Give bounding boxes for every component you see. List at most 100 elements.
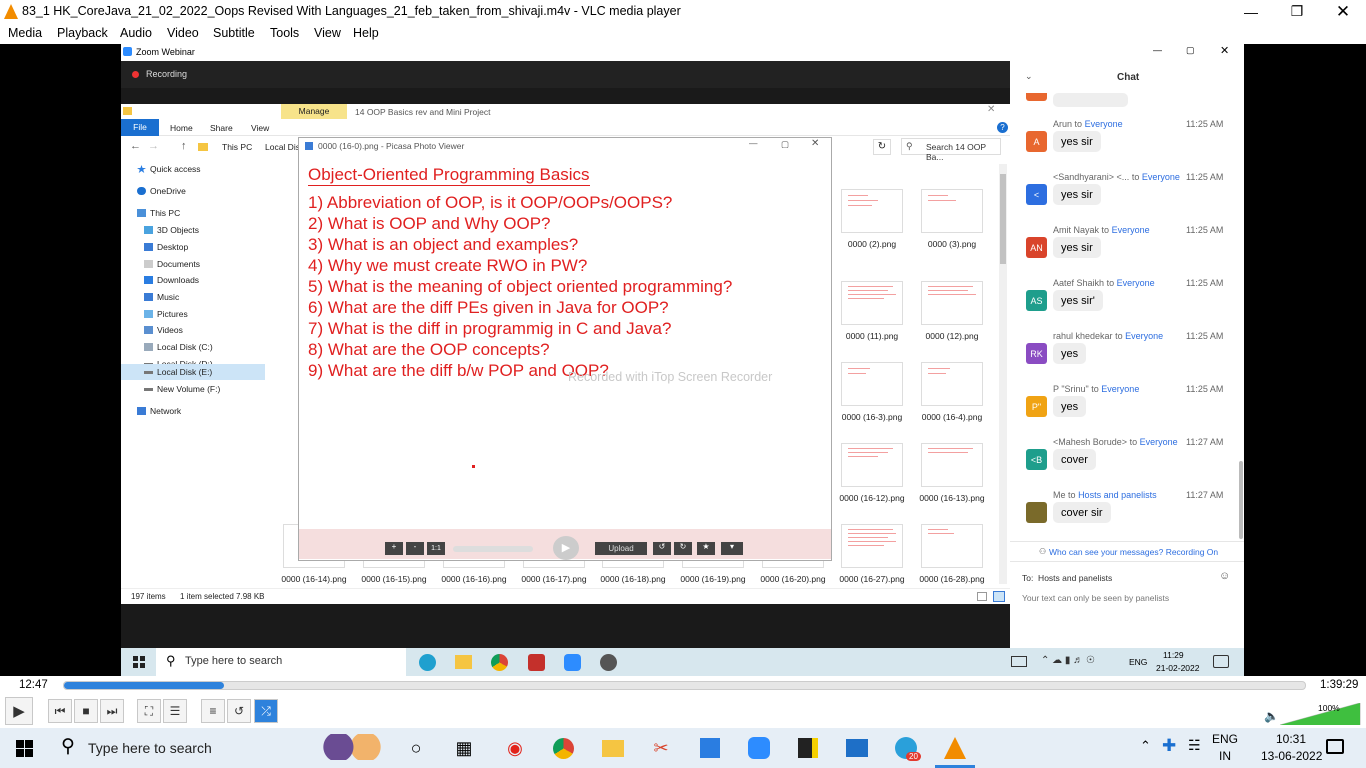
zoom-close-icon[interactable]: ✕	[1220, 44, 1229, 57]
picasa-minimize-icon[interactable]: —	[749, 138, 758, 148]
refresh-icon[interactable]: ↻	[873, 139, 891, 155]
file-label[interactable]: 0000 (3).png	[912, 239, 992, 249]
explorer-search-input[interactable]: ⚲ Search 14 OOP Ba...	[901, 138, 1001, 162]
previous-button[interactable]: ⏮	[48, 699, 72, 723]
photos-icon[interactable]	[844, 736, 870, 760]
zoom-app-icon[interactable]	[746, 736, 772, 760]
store-icon[interactable]	[697, 736, 723, 760]
wifi-icon[interactable]: ☵	[1188, 737, 1201, 754]
chat-scrollbar[interactable]	[1239, 461, 1243, 539]
extended-settings-button[interactable]: ☰	[163, 699, 187, 723]
minimize-button[interactable]: —	[1228, 0, 1274, 23]
explorer-close-icon[interactable]: ✕	[987, 104, 995, 115]
file-thumbnail[interactable]	[921, 524, 983, 568]
nav-quick-access[interactable]: Quick access	[137, 161, 201, 177]
zoom-slider[interactable]	[453, 546, 533, 552]
address-this-pc[interactable]: This PC	[222, 142, 252, 152]
nav-new-volume-f[interactable]: New Volume (F:)	[144, 381, 220, 397]
file-label[interactable]: 0000 (16-14).png	[274, 574, 354, 584]
nav-downloads[interactable]: Downloads	[144, 272, 199, 288]
close-button[interactable]: ✕	[1320, 0, 1366, 23]
back-arrow-icon[interactable]: ←	[130, 140, 141, 152]
windows-start-icon[interactable]	[16, 740, 33, 757]
record-app-icon[interactable]: ◉	[502, 736, 528, 760]
speaker-icon[interactable]: 🔈	[1264, 709, 1279, 723]
file-label[interactable]: 0000 (16-18).png	[593, 574, 673, 584]
help-icon[interactable]: ?	[997, 122, 1008, 133]
menu-subtitle[interactable]: Subtitle	[213, 26, 255, 40]
file-explorer-icon[interactable]	[600, 736, 626, 760]
file-label[interactable]: 0000 (16-17).png	[514, 574, 594, 584]
ribbon-tab-share[interactable]: Share	[210, 123, 233, 133]
menu-tools[interactable]: Tools	[270, 26, 299, 40]
menu-view[interactable]: View	[314, 26, 341, 40]
ribbon-tab-file[interactable]: File	[121, 119, 159, 136]
scrollbar-thumb[interactable]	[1000, 174, 1006, 264]
file-thumbnail[interactable]	[921, 362, 983, 406]
zoom-in-button[interactable]: +	[385, 542, 403, 555]
shuffle-button[interactable]: ⤮	[254, 699, 278, 723]
file-label[interactable]: 0000 (16-28).png	[912, 574, 992, 584]
nav-network[interactable]: Network	[137, 403, 181, 419]
nav-onedrive[interactable]: OneDrive	[137, 183, 186, 199]
forward-arrow-icon[interactable]: →	[148, 140, 159, 152]
playlist-button[interactable]: ≡	[201, 699, 225, 723]
picasa-close-icon[interactable]: ✕	[811, 138, 819, 149]
nav-3d-objects[interactable]: 3D Objects	[144, 222, 199, 238]
file-label[interactable]: 0000 (16-12).png	[832, 493, 912, 503]
file-label[interactable]: 0000 (16-20).png	[753, 574, 833, 584]
nav-local-disk-e[interactable]: Local Disk (E:)	[144, 364, 212, 380]
snipping-tool-icon[interactable]: ✂	[648, 736, 674, 760]
nav-videos[interactable]: Videos	[144, 322, 183, 338]
rotate-right-icon[interactable]: ↻	[674, 542, 692, 555]
file-thumbnail[interactable]	[841, 443, 903, 487]
file-thumbnail[interactable]	[921, 443, 983, 487]
file-thumbnail[interactable]	[841, 362, 903, 406]
chat-input[interactable]: Your text can only be seen by panelists	[1022, 593, 1169, 603]
notification-center-icon[interactable]	[1326, 739, 1344, 754]
menu-playback[interactable]: Playback	[57, 26, 108, 40]
vlc-taskbar-icon[interactable]	[942, 736, 968, 760]
file-label[interactable]: 0000 (11).png	[832, 331, 912, 341]
details-view-icon[interactable]	[977, 592, 987, 601]
star-button-icon[interactable]: ★	[697, 542, 715, 555]
show-hidden-icons-chevron[interactable]: ⌃	[1140, 738, 1151, 754]
file-thumbnail[interactable]	[921, 189, 983, 233]
more-options-icon[interactable]: ▾	[721, 542, 743, 555]
collapse-chevron-icon[interactable]: ⌄	[1025, 71, 1033, 82]
file-label[interactable]: 0000 (16-19).png	[673, 574, 753, 584]
zoom-out-button[interactable]: -	[406, 542, 424, 555]
ribbon-tab-home[interactable]: Home	[170, 123, 193, 133]
ribbon-tab-view[interactable]: View	[251, 123, 269, 133]
chrome-icon[interactable]	[550, 736, 576, 760]
menu-audio[interactable]: Audio	[120, 26, 152, 40]
menu-help[interactable]: Help	[353, 26, 379, 40]
visibility-note[interactable]: Who can see your messages? Recording On	[1049, 547, 1218, 557]
manage-tab[interactable]: Manage	[281, 104, 347, 119]
menu-video[interactable]: Video	[167, 26, 199, 40]
nav-documents[interactable]: Documents	[144, 256, 200, 272]
file-thumbnail[interactable]	[841, 281, 903, 325]
emoji-icon[interactable]: ☺	[1219, 570, 1230, 582]
up-arrow-icon[interactable]: ↑	[181, 140, 187, 152]
play-button[interactable]: ▶	[5, 697, 33, 725]
upload-button[interactable]: Upload	[595, 542, 647, 555]
nav-music[interactable]: Music	[144, 289, 179, 305]
clock-date[interactable]: 13-06-2022	[1261, 749, 1322, 763]
nav-local-disk-c[interactable]: Local Disk (C:)	[144, 339, 213, 355]
zoom-minimize-icon[interactable]: —	[1153, 45, 1162, 55]
file-label[interactable]: 0000 (16-27).png	[832, 574, 912, 584]
file-thumbnail[interactable]	[841, 524, 903, 568]
large-icons-view-icon[interactable]	[993, 591, 1005, 602]
seek-bar[interactable]	[63, 681, 1306, 690]
input-region[interactable]: IN	[1219, 749, 1231, 763]
file-label[interactable]: 0000 (2).png	[832, 239, 912, 249]
file-label[interactable]: 0000 (16-4).png	[912, 412, 992, 422]
file-thumbnail[interactable]	[921, 281, 983, 325]
cortana-icon[interactable]: ○	[403, 736, 429, 760]
file-label[interactable]: 0000 (16-15).png	[354, 574, 434, 584]
file-label[interactable]: 0000 (16-3).png	[832, 412, 912, 422]
restore-button[interactable]: ❐	[1274, 0, 1320, 23]
file-label[interactable]: 0000 (16-16).png	[434, 574, 514, 584]
add-icon[interactable]: ✚	[1162, 736, 1176, 756]
